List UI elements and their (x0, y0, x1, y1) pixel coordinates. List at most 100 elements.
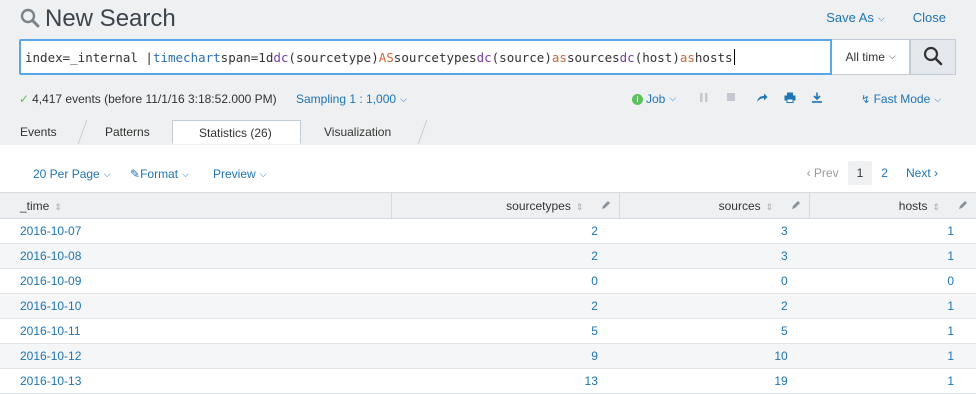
results-toolbar: 20 Per Page ⌵ ✎Format ⌵ Preview ⌵ ‹ Prev 1 … (0, 145, 976, 193)
query-keyword: AS (378, 49, 394, 65)
page-title-text: New Search (45, 5, 176, 32)
query-text: span=1d (220, 49, 274, 65)
table-row: 2016-10-13 13 19 1 (0, 368, 976, 394)
job-menu[interactable]: i Job ⌵ (632, 92, 676, 106)
cell-time[interactable]: 2016-10-08 (0, 243, 392, 269)
next-page-button[interactable]: Next › (897, 161, 947, 185)
prev-page-button[interactable]: ‹ Prev (798, 161, 848, 185)
chevron-down-icon: ⌵ (934, 94, 942, 104)
format-dropdown[interactable]: ✎Format ⌵ (130, 167, 189, 181)
search-bar: index=_internal | timechart span=1d dc (s… (19, 39, 957, 75)
tab-divider (417, 120, 428, 144)
pencil-icon[interactable] (601, 199, 611, 213)
results-panel: 20 Per Page ⌵ ✎Format ⌵ Preview ⌵ ‹ Prev 1 … (0, 145, 976, 394)
cell-time[interactable]: 2016-10-07 (0, 218, 392, 244)
tab-patterns[interactable]: Patterns (105, 120, 150, 144)
chevron-down-icon: ⌵ (400, 94, 407, 104)
pagination: ‹ Prev 1 2 Next › (798, 161, 947, 185)
search-icon (20, 8, 40, 31)
cell-time[interactable]: 2016-10-11 (0, 318, 392, 344)
per-page-dropdown[interactable]: 20 Per Page ⌵ (33, 167, 111, 181)
cell-sources[interactable]: 3 (619, 243, 810, 269)
close-button[interactable]: Close (913, 10, 946, 25)
sort-icon[interactable]: ⇕ (576, 202, 584, 212)
sort-icon[interactable]: ⇕ (766, 202, 774, 212)
query-text: hosts (694, 49, 733, 65)
cell-sources[interactable]: 10 (619, 343, 810, 369)
tab-divider (77, 120, 88, 144)
cell-time[interactable]: 2016-10-12 (0, 343, 392, 369)
tab-visualization[interactable]: Visualization (324, 120, 391, 144)
query-command: timechart (152, 49, 221, 65)
sort-icon[interactable]: ⇕ (54, 202, 62, 212)
query-text: (source) (491, 49, 552, 65)
column-header-time[interactable]: _time ⇕ (0, 192, 392, 219)
cell-sourcetypes[interactable]: 5 (391, 318, 620, 344)
cell-hosts[interactable]: 1 (809, 243, 976, 269)
cell-time[interactable]: 2016-10-10 (0, 293, 392, 319)
print-icon[interactable] (784, 92, 796, 106)
cell-hosts[interactable]: 0 (809, 268, 976, 294)
pencil-icon[interactable] (958, 199, 968, 213)
query-text: (host) (634, 49, 680, 65)
table-header-row: _time ⇕ sourcetypes ⇕ sources ⇕ hosts ⇕ (0, 192, 976, 219)
chevron-down-icon: ⌵ (669, 92, 677, 103)
time-range-picker[interactable]: All time ⌵ (831, 39, 911, 75)
cell-hosts[interactable]: 1 (809, 293, 976, 319)
sampling-dropdown[interactable]: Sampling 1 : 1,000 ⌵ (296, 92, 407, 106)
table-row: 2016-10-11 5 5 1 (0, 318, 976, 344)
cell-sources[interactable]: 19 (619, 368, 810, 394)
page-title: New Search (20, 5, 176, 33)
cell-sourcetypes[interactable]: 2 (391, 218, 620, 244)
cell-time[interactable]: 2016-10-09 (0, 268, 392, 294)
cell-sources[interactable]: 0 (619, 268, 810, 294)
cell-sources[interactable]: 5 (619, 318, 810, 344)
per-page-label: 20 Per Page (33, 167, 100, 181)
cell-sourcetypes[interactable]: 2 (391, 293, 620, 319)
query-function: dc (476, 49, 492, 65)
cell-sources[interactable]: 3 (619, 218, 810, 244)
page-2-button[interactable]: 2 (872, 161, 897, 185)
search-input[interactable]: index=_internal | timechart span=1d dc (s… (19, 39, 832, 75)
cell-hosts[interactable]: 1 (809, 318, 976, 344)
column-header-sourcetypes[interactable]: sourcetypes ⇕ (391, 192, 621, 219)
cell-time[interactable]: 2016-10-13 (0, 368, 392, 394)
export-icon[interactable] (811, 92, 823, 106)
cell-sourcetypes[interactable]: 13 (391, 368, 620, 394)
column-header-sources[interactable]: sources ⇕ (619, 192, 811, 219)
preview-dropdown[interactable]: Preview ⌵ (213, 167, 267, 181)
pause-icon[interactable] (699, 92, 709, 106)
column-label: hosts (898, 198, 928, 213)
search-submit-button[interactable] (910, 39, 957, 75)
stop-icon[interactable] (726, 92, 736, 106)
cell-sources[interactable]: 2 (619, 293, 810, 319)
save-as-button[interactable]: Save As ⌵ (826, 10, 885, 25)
share-icon[interactable] (756, 92, 768, 106)
time-range-label: All time (845, 50, 885, 64)
pencil-icon: ✎ (130, 167, 141, 181)
results-tabs: Events Patterns Statistics (26) Visualiz… (0, 120, 976, 146)
cell-hosts[interactable]: 1 (809, 368, 976, 394)
tab-statistics[interactable]: Statistics (26) (172, 120, 301, 144)
pencil-icon[interactable] (791, 199, 801, 213)
cell-sourcetypes[interactable]: 9 (391, 343, 620, 369)
search-mode-dropdown[interactable]: ↯ Fast Mode ⌵ (861, 92, 941, 106)
table-row: 2016-10-08 2 3 1 (0, 243, 976, 269)
cell-hosts[interactable]: 1 (809, 218, 976, 244)
cell-hosts[interactable]: 1 (809, 343, 976, 369)
tab-events[interactable]: Events (20, 120, 57, 144)
column-header-hosts[interactable]: hosts ⇕ (809, 192, 976, 219)
header: New Search Save As ⌵ Close (0, 0, 976, 36)
page-1-button[interactable]: 1 (847, 161, 873, 185)
cell-sourcetypes[interactable]: 2 (391, 243, 620, 269)
format-label: Format (140, 167, 179, 181)
event-count-text: 4,417 events (before 11/1/16 3:18:52.000… (32, 92, 277, 106)
event-count-status: ✓ 4,417 events (before 11/1/16 3:18:52.0… (19, 92, 277, 106)
cell-sourcetypes[interactable]: 0 (391, 268, 620, 294)
sort-icon[interactable]: ⇕ (932, 202, 940, 212)
table-row: 2016-10-09 0 0 0 (0, 268, 976, 294)
chevron-down-icon: ⌵ (888, 50, 896, 61)
query-text: sourcetypes (393, 49, 477, 65)
check-icon: ✓ (19, 92, 30, 106)
table-row: 2016-10-10 2 2 1 (0, 293, 976, 319)
